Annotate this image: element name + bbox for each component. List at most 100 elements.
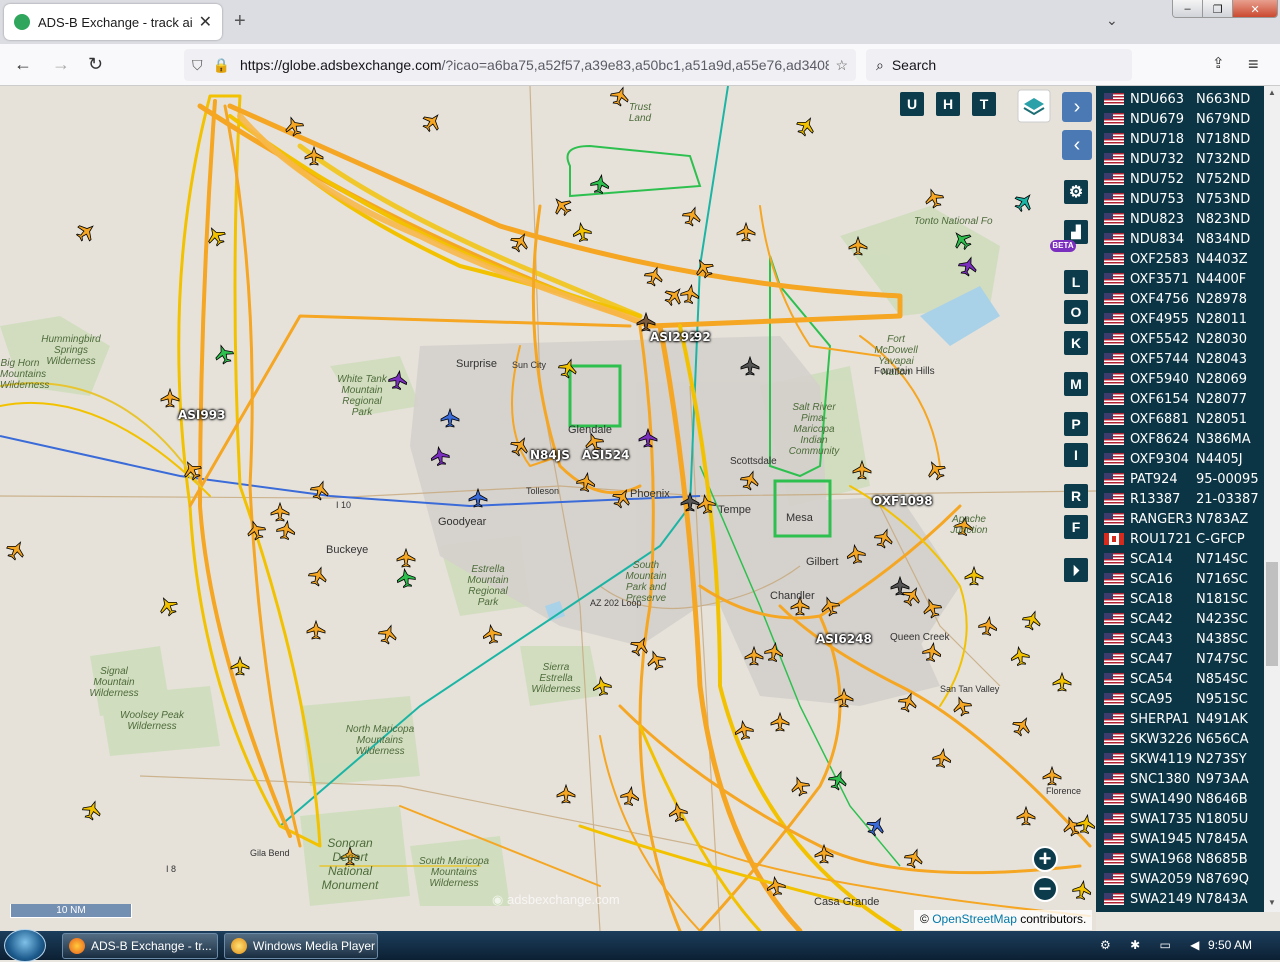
bookmark-star-icon[interactable]: ☆ (835, 57, 848, 74)
aircraft-list-row[interactable]: SHERPA1 N491AK (1096, 709, 1264, 729)
aircraft-list-row[interactable]: NDU718 N718ND (1096, 129, 1264, 149)
settings-gear-icon[interactable]: ⚙ (1064, 180, 1088, 204)
expand-panel-chevron-icon[interactable]: › (1062, 92, 1092, 122)
m-toggle-button[interactable]: M (1064, 372, 1088, 396)
close-tab-icon[interactable]: ✕ (199, 12, 212, 32)
aircraft-list-row[interactable]: SNC1380 N973AA (1096, 769, 1264, 789)
minimize-button[interactable]: – (1173, 0, 1204, 17)
flight-label[interactable]: OXF1098 (872, 494, 933, 508)
aircraft-list-row[interactable]: OXF5744 N28043 (1096, 349, 1264, 369)
r-toggle-button[interactable]: R (1064, 484, 1088, 508)
panel-scroll-thumb[interactable] (1266, 562, 1278, 666)
system-tray-icons[interactable]: ⚙ ✱ ▭ ◀ (1100, 938, 1207, 952)
aircraft-list-row[interactable]: OXF4756 N28978 (1096, 289, 1264, 309)
scroll-up-arrow-icon[interactable]: ▲ (1264, 88, 1280, 100)
aircraft-list-row[interactable]: SCA42 N423SC (1096, 609, 1264, 629)
aircraft-list-row[interactable]: SCA43 N438SC (1096, 629, 1264, 649)
layers-icon[interactable] (1018, 90, 1050, 122)
aircraft-list-row[interactable]: NDU679 N679ND (1096, 109, 1264, 129)
scroll-down-arrow-icon[interactable]: ▼ (1264, 898, 1280, 910)
aircraft-list-row[interactable]: RANGER3 N783AZ (1096, 509, 1264, 529)
aircraft-list-row[interactable]: OXF5940 N28069 (1096, 369, 1264, 389)
replay-play-icon[interactable]: ⏵ (1064, 558, 1088, 582)
aircraft-list-row[interactable]: OXF4955 N28011 (1096, 309, 1264, 329)
aircraft-list-row[interactable]: OXF6881 N28051 (1096, 409, 1264, 429)
taskbar-item-firefox[interactable]: ADS-B Exchange - tr... (62, 933, 218, 959)
reload-icon[interactable]: ↻ (88, 54, 103, 75)
k-toggle-button[interactable]: K (1064, 331, 1088, 355)
registration: N663ND (1196, 91, 1251, 107)
address-bar[interactable]: ⛉ 🔒 https://globe.adsbexchange.com/?icao… (184, 49, 856, 81)
taskbar-item-media-player[interactable]: Windows Media Player (224, 933, 378, 959)
menu-icon[interactable]: ≡ (1248, 54, 1259, 75)
aircraft-list-row[interactable]: OXF3571 N4400F (1096, 269, 1264, 289)
aircraft-list-row[interactable]: SCA16 N716SC (1096, 569, 1264, 589)
new-tab-button[interactable]: + (234, 10, 246, 33)
t-toggle-button[interactable]: T (972, 92, 996, 116)
aircraft-list-row[interactable]: SWA2149 N7843A (1096, 889, 1264, 909)
extensions-icon[interactable]: ⇪ (1212, 54, 1225, 72)
flight-label[interactable]: 92 (694, 330, 711, 344)
tracking-shield-icon[interactable]: ⛉ (192, 57, 203, 74)
city-label: Mesa (786, 512, 813, 524)
aircraft-list-row[interactable]: OXF5542 N28030 (1096, 329, 1264, 349)
aircraft-list-row[interactable]: SCA18 N181SC (1096, 589, 1264, 609)
p-toggle-button[interactable]: P (1064, 412, 1088, 436)
collapse-panel-chevron-icon[interactable]: ‹ (1062, 130, 1092, 160)
aircraft-list-row[interactable]: NDU732 N732ND (1096, 149, 1264, 169)
aircraft-list-row[interactable]: NDU834 N834ND (1096, 229, 1264, 249)
aircraft-list-row[interactable]: SKW3226 N656CA (1096, 729, 1264, 749)
restore-button[interactable]: ❐ (1203, 0, 1234, 17)
flight-label[interactable]: ASI524 (582, 448, 629, 462)
aircraft-list-row[interactable]: R13387 21-03387 (1096, 489, 1264, 509)
aircraft-list-row[interactable]: OXF2583 N4403Z (1096, 249, 1264, 269)
close-window-button[interactable]: ✕ (1233, 0, 1277, 17)
list-tabs-chevron-icon[interactable]: ⌄ (1106, 12, 1118, 29)
flight-label[interactable]: ASI292 (650, 330, 697, 344)
l-toggle-button[interactable]: L (1064, 270, 1088, 294)
aircraft-list-row[interactable]: SWA2059 N8769Q (1096, 869, 1264, 889)
zoom-out-button[interactable]: − (1032, 876, 1058, 902)
aircraft-list-row[interactable]: SWA1945 N7845A (1096, 829, 1264, 849)
aircraft-list-row[interactable]: NDU753 N753ND (1096, 189, 1264, 209)
zoom-in-button[interactable]: + (1032, 846, 1058, 872)
back-arrow-icon[interactable]: ← (14, 54, 32, 75)
browser-tab[interactable]: ADS-B Exchange - track aircraft ✕ (4, 4, 222, 40)
aircraft-list-row[interactable]: OXF6154 N28077 (1096, 389, 1264, 409)
aircraft-list-row[interactable]: ROU1721 C-GFCP (1096, 529, 1264, 549)
flight-label[interactable]: N84JS (530, 448, 570, 462)
flight-map[interactable]: Tonto National Fo Hummingbird Springs Wi… (0, 86, 1096, 931)
aircraft-list-row[interactable]: SCA54 N854SC (1096, 669, 1264, 689)
aircraft-list-row[interactable]: SWA1490 N8646B (1096, 789, 1264, 809)
lock-icon[interactable]: 🔒 (213, 57, 230, 74)
openstreetmap-link[interactable]: OpenStreetMap (932, 912, 1017, 926)
aircraft-list-row[interactable]: SWA1968 N8685B (1096, 849, 1264, 869)
f-toggle-button[interactable]: F (1064, 515, 1088, 539)
aircraft-list-row[interactable]: SKW4119 N273SY (1096, 749, 1264, 769)
aircraft-list-row[interactable]: NDU663 N663ND (1096, 89, 1264, 109)
start-button[interactable] (4, 929, 46, 962)
forward-arrow-icon[interactable]: → (52, 54, 70, 75)
h-toggle-button[interactable]: H (936, 92, 960, 116)
u-toggle-button[interactable]: U (900, 92, 924, 116)
aircraft-list-row[interactable]: SCA95 N951SC (1096, 689, 1264, 709)
panel-scrollbar[interactable]: ▲ ▼ (1264, 86, 1280, 912)
registration: N973AA (1196, 771, 1249, 787)
city-label: Sun City (512, 360, 547, 370)
aircraft-list-row[interactable]: OXF8624 N386MA (1096, 429, 1264, 449)
search-input[interactable]: ⌕ Search (866, 49, 1132, 81)
aircraft-list-row[interactable]: SCA14 N714SC (1096, 549, 1264, 569)
map-canvas[interactable] (0, 86, 1096, 931)
flight-label[interactable]: ASI6248 (816, 632, 872, 646)
aircraft-list-row[interactable]: PAT924 95-00095 (1096, 469, 1264, 489)
o-toggle-button[interactable]: O (1064, 300, 1088, 324)
aircraft-list-row[interactable]: OXF9304 N4405J (1096, 449, 1264, 469)
aircraft-list-row[interactable]: NDU823 N823ND (1096, 209, 1264, 229)
aircraft-list-row[interactable]: SCA47 N747SC (1096, 649, 1264, 669)
aircraft-list-row[interactable]: SWA1735 N1805U (1096, 809, 1264, 829)
aircraft-list-row[interactable]: NDU752 N752ND (1096, 169, 1264, 189)
i-toggle-button[interactable]: I (1064, 443, 1088, 467)
url-text[interactable]: https://globe.adsbexchange.com/?icao=a6b… (240, 57, 830, 73)
flight-label[interactable]: ASI993 (178, 408, 225, 422)
clock[interactable]: 9:50 AM (1208, 938, 1252, 952)
